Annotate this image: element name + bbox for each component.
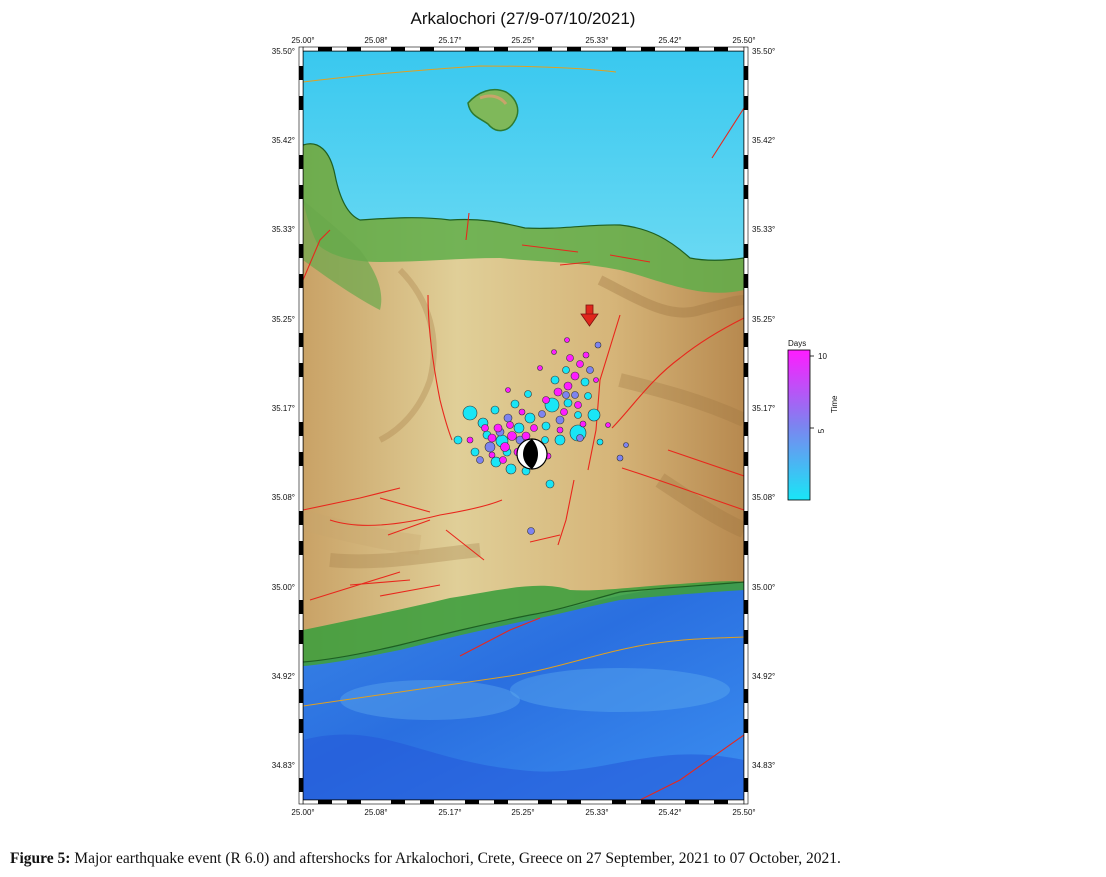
lon-tick-label: 25.33° [585, 36, 608, 45]
lat-tick-label: 35.17° [272, 404, 295, 413]
lat-labels-right: 35.50° 35.42° 35.33° 35.25° 35.17° 35.08… [752, 47, 775, 770]
lat-tick-label: 35.33° [752, 225, 775, 234]
figure-caption: Figure 5: Major earthquake event (R 6.0)… [10, 850, 1100, 868]
time-legend: 10 5 [787, 349, 827, 501]
lat-tick-label: 35.42° [752, 136, 775, 145]
lon-tick-label: 25.00° [291, 808, 314, 817]
lon-tick-label: 25.17° [438, 808, 461, 817]
lon-labels-top: 25.00° 25.08° 25.17° 25.25° 25.33° 25.42… [291, 36, 755, 45]
lat-tick-label: 34.92° [272, 672, 295, 681]
lat-tick-label: 34.83° [752, 761, 775, 770]
lon-tick-label: 25.25° [511, 36, 534, 45]
lon-tick-label: 25.17° [438, 36, 461, 45]
lon-tick-label: 25.08° [364, 808, 387, 817]
legend-tick-label: 10 [818, 352, 827, 361]
lon-tick-label: 25.42° [658, 36, 681, 45]
lon-tick-label: 25.50° [732, 36, 755, 45]
lat-tick-label: 35.25° [752, 315, 775, 324]
caption-label: Figure 5: [10, 850, 71, 867]
lat-tick-label: 35.08° [752, 493, 775, 502]
time-colorbar [787, 349, 811, 501]
lat-tick-label: 34.92° [752, 672, 775, 681]
lat-tick-label: 35.50° [272, 47, 295, 56]
lat-tick-label: 35.50° [752, 47, 775, 56]
legend-title: Days [788, 339, 807, 348]
lat-tick-label: 35.00° [272, 583, 295, 592]
lat-tick-label: 34.83° [272, 761, 295, 770]
legend-tick-label: 5 [817, 428, 826, 433]
caption-text: Major earthquake event (R 6.0) and after… [70, 850, 841, 867]
lon-tick-label: 25.42° [658, 808, 681, 817]
lon-tick-label: 25.50° [732, 808, 755, 817]
lat-tick-label: 35.25° [272, 315, 295, 324]
lon-tick-label: 25.00° [291, 36, 314, 45]
lon-tick-label: 25.08° [364, 36, 387, 45]
lat-tick-label: 35.42° [272, 136, 295, 145]
map-figure: 25.00° 25.08° 25.17° 25.25° 25.33° 25.42… [272, 36, 828, 817]
lat-tick-label: 35.08° [272, 493, 295, 502]
legend-axis-label: Time [830, 395, 839, 413]
lat-tick-label: 35.17° [752, 404, 775, 413]
lon-labels-bottom: 25.00° 25.08° 25.17° 25.25° 25.33° 25.42… [291, 808, 755, 817]
lat-tick-label: 35.33° [272, 225, 295, 234]
lat-tick-label: 35.00° [752, 583, 775, 592]
lon-tick-label: 25.33° [585, 808, 608, 817]
lon-tick-label: 25.25° [511, 808, 534, 817]
focal-mechanism-icon [516, 438, 548, 470]
lat-labels-left: 35.50° 35.42° 35.33° 35.25° 35.17° 35.08… [272, 47, 295, 770]
